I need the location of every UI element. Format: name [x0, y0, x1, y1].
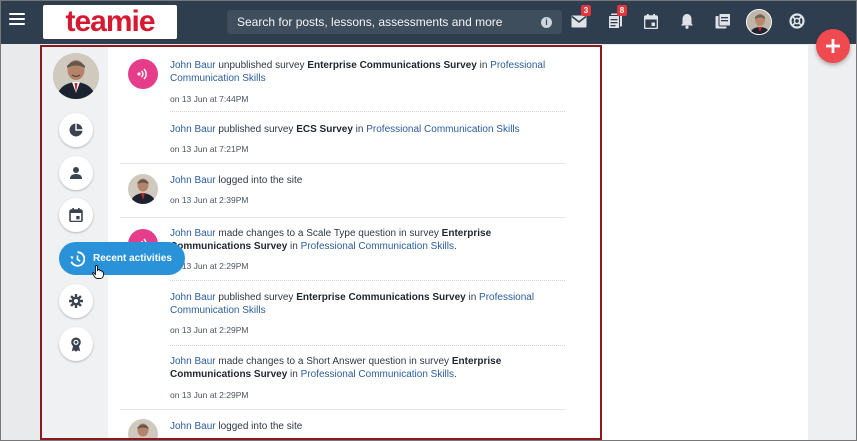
activity-action: logged into the site — [215, 175, 303, 186]
menu-icon[interactable] — [9, 13, 25, 25]
activity-text: John Baur made changes to a Scale Type q… — [170, 227, 565, 253]
search-bar[interactable]: i — [227, 10, 562, 34]
messages-badge: 3 — [581, 5, 591, 16]
activity-time: on 13 Jun at 2:29PM — [170, 325, 249, 335]
group-link[interactable]: Professional Communication Skills — [366, 124, 519, 135]
award-ribbon-icon — [71, 337, 81, 352]
survey-app-icon — [128, 59, 158, 89]
group-link[interactable]: Professional Communication Skills — [301, 369, 454, 380]
recent-activities-label: Recent activities — [93, 253, 172, 264]
activity-time: on 13 Jun at 7:44PM — [170, 94, 249, 104]
activity-tail: . — [454, 369, 457, 380]
top-navigation-bar: teamie i 3 8 — [0, 0, 857, 44]
activity-text: John Baur made changes to a Short Answer… — [170, 355, 565, 381]
activity-tail: . — [454, 241, 457, 252]
documents-icon[interactable] — [714, 12, 732, 30]
recent-activities-button[interactable]: Recent activities — [59, 242, 185, 275]
calendar-icon[interactable] — [642, 12, 660, 30]
actor-link[interactable]: John Baur — [170, 60, 216, 71]
help-lifebuoy-icon[interactable] — [788, 12, 806, 30]
user-avatar[interactable] — [746, 9, 772, 35]
activity-connector: in — [352, 124, 367, 135]
settings-button[interactable] — [59, 284, 93, 318]
messages-icon[interactable]: 3 — [570, 5, 591, 30]
right-gutter — [808, 45, 857, 441]
activity-connector: in — [287, 369, 301, 380]
activity-action: published survey — [215, 292, 297, 303]
activity-text: John Baur published survey ECS Survey in… — [170, 123, 565, 136]
calendar-button[interactable] — [59, 198, 93, 232]
divider — [170, 111, 565, 112]
user-avatar[interactable] — [128, 174, 158, 204]
activity-subject[interactable]: Enterprise Communications Survey — [307, 60, 477, 71]
divider — [170, 345, 565, 346]
divider — [120, 163, 565, 164]
activity-time: on 13 Jun at 2:39PM — [170, 195, 249, 205]
user-avatar[interactable] — [128, 419, 158, 441]
divider — [120, 409, 565, 410]
activity-text: John Baur logged into the site — [170, 420, 565, 433]
notes-badge: 8 — [617, 5, 627, 16]
badges-button[interactable] — [59, 327, 93, 361]
activity-text: John Baur logged into the site — [170, 174, 565, 187]
divider — [170, 280, 565, 281]
add-button[interactable] — [816, 29, 850, 63]
profile-button[interactable] — [59, 156, 93, 190]
actor-link[interactable]: John Baur — [170, 356, 216, 367]
divider — [120, 217, 565, 218]
actor-link[interactable]: John Baur — [170, 228, 216, 239]
activity-time: on 13 Jun at 2:29PM — [170, 390, 249, 400]
activity-connector: in — [476, 60, 491, 71]
activity-action: made changes to a Scale Type question in… — [215, 228, 442, 239]
actor-link[interactable]: John Baur — [170, 124, 216, 135]
actor-link[interactable]: John Baur — [170, 421, 216, 432]
activity-action: made changes to a Short Answer question … — [215, 356, 452, 367]
activity-text: John Baur unpublished survey Enterprise … — [170, 59, 565, 85]
activity-time: on 13 Jun at 7:21PM — [170, 144, 249, 154]
profile-avatar[interactable] — [53, 53, 99, 99]
history-icon — [70, 250, 85, 267]
calendar-icon — [69, 208, 83, 222]
dashboard-button[interactable] — [59, 113, 93, 147]
info-icon[interactable]: i — [541, 16, 552, 28]
activity-subject[interactable]: Enterprise Communications Survey — [296, 292, 466, 303]
teamie-logo[interactable]: teamie — [43, 5, 177, 39]
gear-icon — [69, 294, 83, 308]
activity-subject[interactable]: ECS Survey — [296, 124, 353, 135]
activity-action: unpublished survey — [215, 60, 308, 71]
notes-icon[interactable]: 8 — [606, 5, 627, 30]
activity-action: published survey — [215, 124, 297, 135]
pie-chart-icon — [69, 123, 83, 137]
activity-action: logged into the site — [215, 421, 303, 432]
actor-link[interactable]: John Baur — [170, 292, 216, 303]
search-input[interactable] — [237, 15, 541, 29]
bell-icon[interactable] — [678, 12, 696, 30]
group-link[interactable]: Professional Communication Skills — [301, 241, 454, 252]
hand-cursor-icon — [92, 265, 104, 282]
plus-icon — [826, 39, 840, 53]
activity-text: John Baur published survey Enterprise Co… — [170, 291, 565, 317]
activity-connector: in — [465, 292, 480, 303]
actor-link[interactable]: John Baur — [170, 175, 216, 186]
activity-connector: in — [287, 241, 301, 252]
person-icon — [70, 167, 82, 179]
